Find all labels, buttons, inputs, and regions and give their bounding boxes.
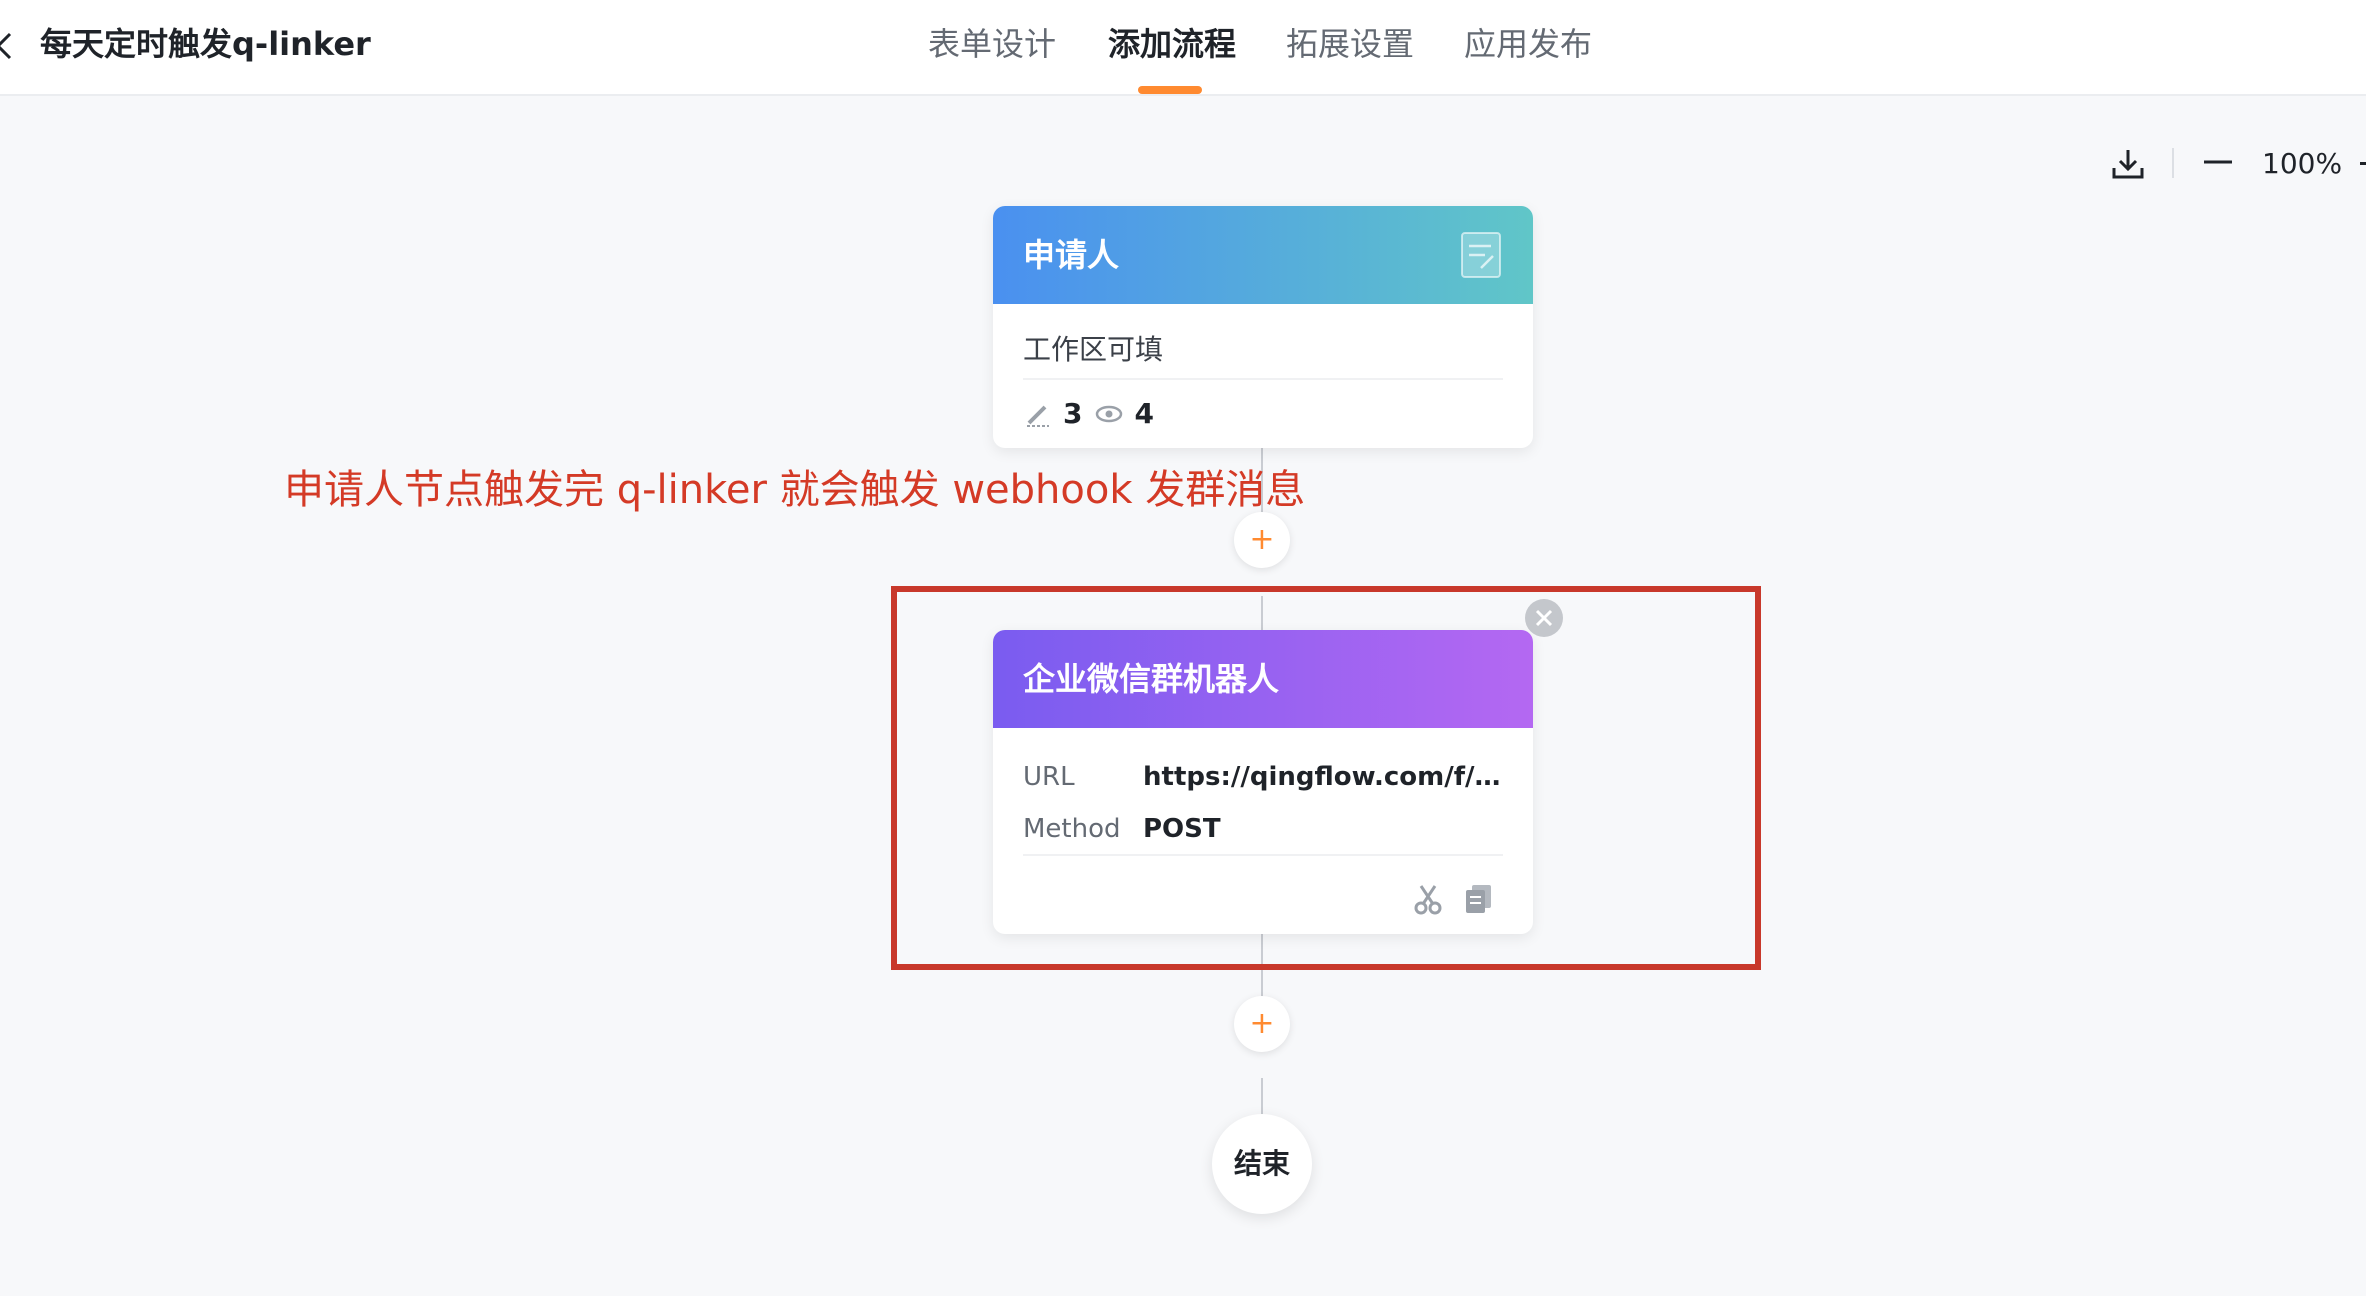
divider — [1023, 378, 1503, 380]
add-node-button[interactable]: + — [1234, 512, 1290, 568]
end-node: 结束 — [1212, 1114, 1312, 1214]
zoom-in-icon[interactable] — [2360, 162, 2366, 165]
field-permission-summary: 3 4 — [1023, 394, 1166, 434]
toolbar-divider — [2172, 148, 2174, 178]
active-tab-indicator — [1138, 86, 1202, 94]
method-label: Method — [1023, 814, 1121, 844]
robot-node-header: 企业微信群机器人 — [993, 630, 1533, 728]
url-value: https://qingflow.com/f/6de... — [1143, 762, 1503, 792]
robot-node-title: 企业微信群机器人 — [1023, 660, 1280, 698]
applicant-node-description: 工作区可填 — [1023, 333, 1164, 366]
tab-add-process[interactable]: 添加流程 — [1108, 22, 1236, 66]
tab-app-publish[interactable]: 应用发布 — [1464, 22, 1592, 66]
delete-node-icon[interactable] — [1524, 598, 1564, 638]
eye-icon — [1096, 405, 1123, 423]
applicant-node-header: 申请人 — [993, 206, 1533, 304]
applicant-node-title: 申请人 — [1023, 236, 1120, 274]
pencil-icon — [1027, 405, 1049, 427]
url-label: URL — [1023, 762, 1075, 792]
top-bar: 每天定时触发q-linker 表单设计 添加流程 拓展设置 应用发布 — [0, 0, 2366, 96]
editable-field-count: 3 — [1063, 397, 1083, 430]
zoom-out-icon[interactable] — [2200, 144, 2236, 180]
wecom-robot-node[interactable]: 企业微信群机器人 URL https://qingflow.com/f/6de.… — [993, 630, 1533, 934]
add-node-button[interactable]: + — [1234, 996, 1290, 1052]
tab-form-design[interactable]: 表单设计 — [928, 22, 1056, 66]
form-edit-icon — [1461, 232, 1501, 278]
download-icon[interactable] — [2108, 144, 2148, 184]
method-value: POST — [1143, 814, 1221, 844]
app-title: 每天定时触发q-linker — [40, 25, 371, 63]
scissors-icon[interactable] — [1411, 882, 1445, 916]
annotation-text: 申请人节点触发完 q-linker 就会触发 webhook 发群消息 — [284, 467, 1306, 513]
connector-line — [1261, 1078, 1263, 1118]
divider — [1023, 854, 1503, 856]
back-chevron-icon[interactable] — [0, 28, 16, 64]
tab-extension-settings[interactable]: 拓展设置 — [1286, 22, 1414, 66]
applicant-node[interactable]: 申请人 工作区可填 3 4 — [993, 206, 1533, 448]
zoom-level: 100% — [2262, 147, 2343, 180]
copy-icon[interactable] — [1461, 882, 1495, 916]
visible-field-count: 4 — [1134, 397, 1154, 430]
